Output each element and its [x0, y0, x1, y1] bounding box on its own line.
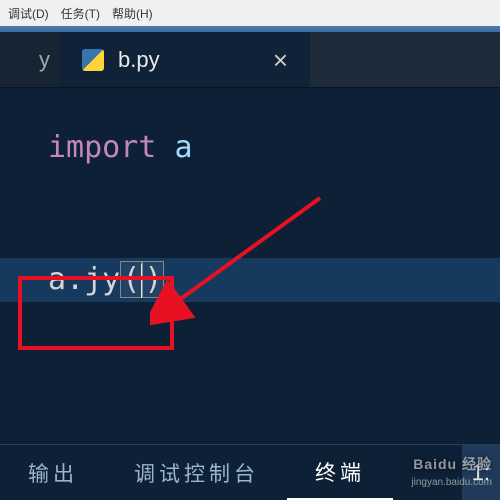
menu-help[interactable]: 帮助(H) — [112, 5, 153, 22]
panel-tab-output[interactable]: 输出 — [0, 445, 106, 500]
keyword-import: import — [48, 130, 156, 165]
code-line-current: a.jy() — [0, 258, 500, 302]
menu-tasks[interactable]: 任务(T) — [61, 5, 100, 22]
dot-operator: . — [66, 262, 84, 297]
code-editor[interactable]: import a a.jy() — [0, 88, 500, 444]
lparen: ( — [120, 261, 142, 298]
tab-active-label: b.py — [118, 47, 160, 73]
code-line-2 — [0, 170, 500, 214]
object-ref: a — [48, 262, 66, 297]
watermark-logo: Baidu 经验 — [413, 454, 492, 474]
code-line-3-blank — [0, 214, 500, 258]
rparen: ) — [142, 261, 164, 298]
python-file-icon — [82, 49, 104, 71]
panel-tab-terminal[interactable]: 终端 — [287, 445, 393, 500]
code-line-1: import a — [0, 126, 500, 170]
tab-inactive-label: y — [39, 47, 50, 73]
module-name: a — [174, 130, 192, 165]
menu-debug[interactable]: 调试(D) — [8, 5, 49, 22]
watermark-url: jingyan.baidu.com — [411, 477, 492, 488]
tab-active[interactable]: b.py × — [60, 32, 310, 87]
menu-bar: 调试(D) 任务(T) 帮助(H) — [0, 0, 500, 26]
editor-tabs: y b.py × — [0, 32, 500, 88]
method-name: jy — [84, 262, 120, 297]
panel-tab-debug-console[interactable]: 调试控制台 — [106, 445, 287, 500]
tab-inactive[interactable]: y — [0, 32, 60, 87]
close-icon[interactable]: × — [273, 47, 288, 73]
